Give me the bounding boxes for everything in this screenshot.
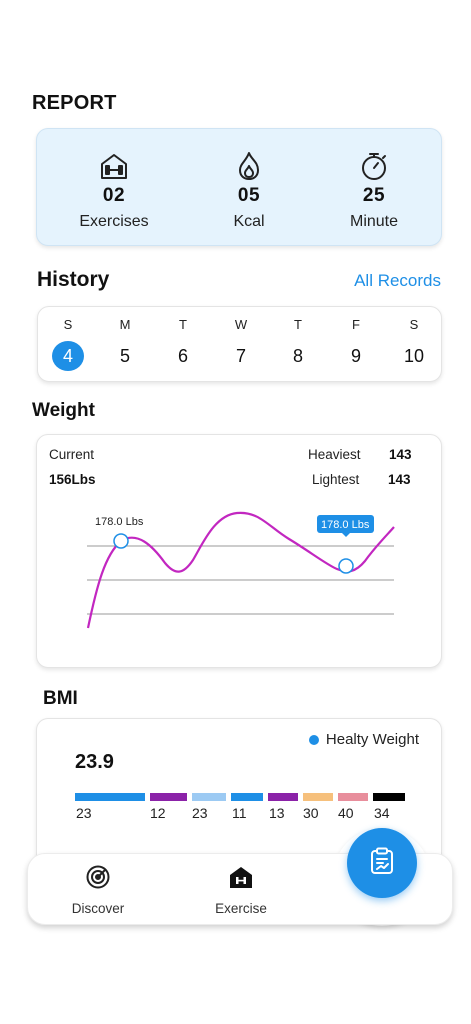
day-name: T — [179, 317, 187, 332]
day-item[interactable]: S 4 — [48, 317, 88, 371]
legend-label: Healty Weight — [325, 731, 419, 748]
history-calendar: S 4 M 5 T 6 W 7 T 8 F 9 S 10 — [37, 306, 442, 382]
bmi-title: BMI — [43, 688, 78, 709]
stopwatch-icon — [309, 129, 439, 181]
bmi-segment-label: 23 — [192, 805, 208, 821]
bmi-segment-label: 40 — [338, 805, 354, 821]
bmi-segment-label: 34 — [374, 805, 390, 821]
bmi-segment — [303, 793, 333, 801]
bmi-legend: Healty Weight — [308, 731, 419, 748]
stat-value: 02 — [102, 185, 126, 206]
nav-discover[interactable]: Discover — [48, 864, 148, 916]
weight-card: Current 156Lbs Heaviest 143 Lightest 143… — [36, 434, 442, 668]
all-records-link[interactable]: All Records — [354, 271, 441, 291]
bmi-segment — [338, 793, 368, 801]
bmi-segment — [192, 793, 226, 801]
day-date: 5 — [119, 346, 130, 366]
stat-label: Exercises — [79, 213, 149, 230]
day-name: M — [119, 317, 131, 332]
gym-icon — [49, 129, 179, 181]
gym-icon — [191, 864, 291, 895]
day-name: S — [63, 317, 73, 332]
tooltip-pointer — [342, 533, 350, 537]
day-name: S — [409, 317, 419, 332]
stat-label: Kcal — [233, 213, 265, 230]
day-item[interactable]: T 8 — [278, 317, 318, 371]
day-name: F — [352, 317, 360, 332]
bmi-segment — [373, 793, 405, 801]
stat-kcal: 05 Kcal — [184, 129, 314, 231]
report-card: 02 Exercises 05 Kcal 25 Minute — [36, 128, 442, 246]
day-item[interactable]: M 5 — [105, 317, 145, 371]
bmi-segment — [231, 793, 263, 801]
stat-label: Minute — [349, 213, 399, 230]
bmi-segment-label: 13 — [269, 805, 285, 821]
tooltip-label: 178.0 Lbs — [321, 519, 370, 531]
bmi-segment-label: 23 — [76, 805, 92, 821]
day-item[interactable]: S 10 — [394, 317, 434, 371]
bmi-segment-label: 12 — [150, 805, 166, 821]
day-date: 9 — [350, 346, 361, 366]
history-title: History — [37, 268, 110, 291]
chart-point[interactable] — [113, 533, 129, 549]
clipboard-chart-icon — [369, 847, 395, 880]
fab-report-button[interactable] — [347, 828, 417, 898]
stat-value: 25 — [362, 185, 386, 206]
nav-label: Exercise — [215, 901, 267, 916]
flame-icon — [184, 129, 314, 181]
chart-point[interactable] — [338, 558, 354, 574]
bmi-segment-label: 30 — [303, 805, 319, 821]
day-date: 6 — [177, 346, 188, 366]
stat-exercises: 02 Exercises — [49, 129, 179, 231]
nav-label: Discover — [71, 901, 125, 916]
nav-exercise[interactable]: Exercise — [191, 864, 291, 916]
bmi-value: 23.9 — [75, 751, 114, 773]
stat-value: 05 — [237, 185, 261, 206]
day-name: W — [234, 317, 248, 332]
weight-title: Weight — [32, 400, 95, 421]
day-name: T — [294, 317, 302, 332]
day-date: 4 — [52, 341, 84, 371]
point-label: 178.0 Lbs — [95, 516, 144, 528]
day-item[interactable]: F 9 — [336, 317, 376, 371]
day-date: 8 — [292, 346, 303, 366]
legend-dot-icon — [308, 734, 319, 745]
weight-chart: 178.0 Lbs 178.0 Lbs — [86, 511, 395, 629]
bmi-segment-label: 11 — [232, 805, 247, 821]
radar-icon — [48, 864, 148, 895]
day-item[interactable]: W 7 — [221, 317, 261, 371]
bmi-segment — [75, 793, 145, 801]
day-date: 7 — [235, 346, 246, 366]
stat-minute: 25 Minute — [309, 129, 439, 231]
bmi-segment — [268, 793, 298, 801]
day-date: 10 — [403, 346, 425, 366]
day-item[interactable]: T 6 — [163, 317, 203, 371]
bmi-segment — [150, 793, 187, 801]
report-title: REPORT — [32, 92, 117, 114]
